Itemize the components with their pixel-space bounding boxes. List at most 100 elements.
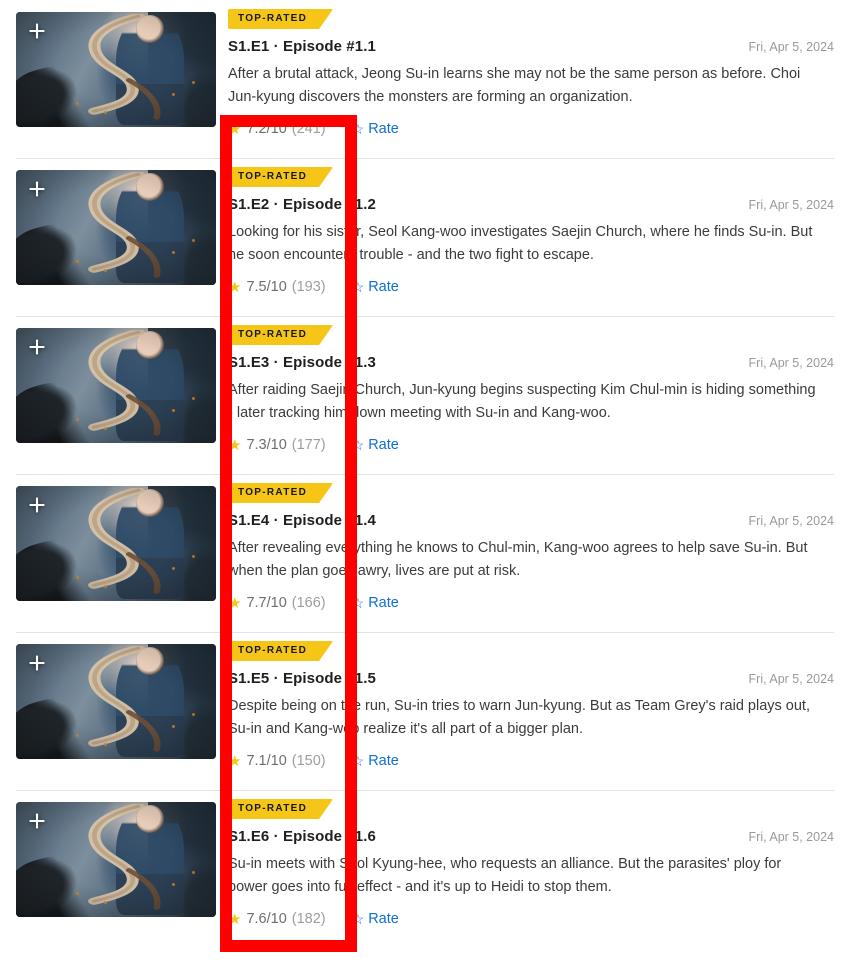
top-rated-badge: TOP-RATED <box>228 799 333 819</box>
episode-plot: Despite being on the run, Su-in tries to… <box>228 698 810 737</box>
rating-score: 7.6/10 <box>246 911 287 927</box>
episode-rating[interactable]: ★ 7.6/10 (182) <box>228 911 326 927</box>
add-to-watchlist-button[interactable] <box>24 492 50 518</box>
add-to-watchlist-button[interactable] <box>24 334 50 360</box>
top-rated-badge: TOP-RATED <box>228 641 333 661</box>
episode-title[interactable]: S1.E2 · Episode #1.2 <box>228 196 376 213</box>
episode-air-date: Fri, Apr 5, 2024 <box>748 356 834 370</box>
rate-link[interactable]: ☆ Rate <box>352 121 399 137</box>
episode-thumbnail[interactable] <box>16 12 216 127</box>
star-outline-icon: ☆ <box>351 437 365 453</box>
rating-vote-count: (177) <box>291 437 326 453</box>
rating-score: 7.1/10 <box>246 753 287 769</box>
episode-title[interactable]: S1.E1 · Episode #1.1 <box>228 38 376 55</box>
episode-info: TOP-RATED S1.E3 · Episode #1.3 Fri, Apr … <box>216 316 834 456</box>
rate-label: Rate <box>368 121 399 137</box>
rate-link[interactable]: ☆ Rate <box>352 279 399 295</box>
episode-row-4[interactable]: TOP-RATED S1.E4 · Episode #1.4 Fri, Apr … <box>0 474 850 632</box>
star-filled-icon: ★ <box>228 752 242 770</box>
star-filled-icon: ★ <box>228 278 242 296</box>
episode-rating[interactable]: ★ 7.3/10 (177) <box>228 437 326 453</box>
episode-thumbnail[interactable] <box>16 328 216 443</box>
rate-link[interactable]: ☆ Rate <box>352 595 399 611</box>
episode-rating-row: ★ 7.2/10 (241) ☆ Rate <box>228 118 834 140</box>
episode-list-page: TOP-RATED S1.E1 · Episode #1.1 Fri, Apr … <box>0 0 850 964</box>
top-rated-badge: TOP-RATED <box>228 9 333 29</box>
episode-plot: Su-in meets with Seol Kyung-hee, who req… <box>228 856 782 895</box>
episode-title[interactable]: S1.E3 · Episode #1.3 <box>228 354 376 371</box>
plus-icon <box>29 339 45 355</box>
rate-link[interactable]: ☆ Rate <box>352 753 399 769</box>
episode-title-line: S1.E5 · Episode #1.5 Fri, Apr 5, 2024 <box>228 670 834 687</box>
plus-icon <box>29 813 45 829</box>
episode-row-5[interactable]: TOP-RATED S1.E5 · Episode #1.5 Fri, Apr … <box>0 632 850 790</box>
badge-row: TOP-RATED <box>228 325 834 345</box>
episode-air-date: Fri, Apr 5, 2024 <box>748 830 834 844</box>
top-rated-badge: TOP-RATED <box>228 483 333 503</box>
rating-vote-count: (166) <box>291 595 326 611</box>
rate-label: Rate <box>368 753 399 769</box>
episode-air-date: Fri, Apr 5, 2024 <box>748 672 834 686</box>
rating-score: 7.5/10 <box>246 279 287 295</box>
episode-rating-row: ★ 7.6/10 (182) ☆ Rate <box>228 908 834 930</box>
plus-icon <box>29 497 45 513</box>
top-rated-badge: TOP-RATED <box>228 325 333 345</box>
episode-rating-row: ★ 7.7/10 (166) ☆ Rate <box>228 592 834 614</box>
episode-info: TOP-RATED S1.E6 · Episode #1.6 Fri, Apr … <box>216 790 834 930</box>
episode-row-3[interactable]: TOP-RATED S1.E3 · Episode #1.3 Fri, Apr … <box>0 316 850 474</box>
episode-row-6[interactable]: TOP-RATED S1.E6 · Episode #1.6 Fri, Apr … <box>0 790 850 948</box>
add-to-watchlist-button[interactable] <box>24 18 50 44</box>
rating-vote-count: (193) <box>291 279 326 295</box>
rate-label: Rate <box>368 437 399 453</box>
episode-title[interactable]: S1.E6 · Episode #1.6 <box>228 828 376 845</box>
star-outline-icon: ☆ <box>351 121 365 137</box>
episode-info: TOP-RATED S1.E2 · Episode #1.2 Fri, Apr … <box>216 158 834 298</box>
episode-row-2[interactable]: TOP-RATED S1.E2 · Episode #1.2 Fri, Apr … <box>0 158 850 316</box>
badge-row: TOP-RATED <box>228 9 834 29</box>
star-outline-icon: ☆ <box>351 279 365 295</box>
episode-air-date: Fri, Apr 5, 2024 <box>748 514 834 528</box>
episode-rating-row: ★ 7.1/10 (150) ☆ Rate <box>228 750 834 772</box>
rating-vote-count: (150) <box>291 753 326 769</box>
add-to-watchlist-button[interactable] <box>24 650 50 676</box>
episode-plot: Looking for his sister, Seol Kang-woo in… <box>228 224 813 263</box>
episode-info: TOP-RATED S1.E1 · Episode #1.1 Fri, Apr … <box>216 0 834 140</box>
episode-plot: After a brutal attack, Jeong Su-in learn… <box>228 66 801 105</box>
episode-title-line: S1.E3 · Episode #1.3 Fri, Apr 5, 2024 <box>228 354 834 371</box>
rating-vote-count: (182) <box>291 911 326 927</box>
rate-link[interactable]: ☆ Rate <box>352 437 399 453</box>
rate-label: Rate <box>368 279 399 295</box>
episode-title[interactable]: S1.E4 · Episode #1.4 <box>228 512 376 529</box>
episode-title-line: S1.E4 · Episode #1.4 Fri, Apr 5, 2024 <box>228 512 834 529</box>
star-filled-icon: ★ <box>228 910 242 928</box>
episode-thumbnail[interactable] <box>16 170 216 285</box>
episode-rating[interactable]: ★ 7.2/10 (241) <box>228 121 326 137</box>
star-filled-icon: ★ <box>228 120 242 138</box>
add-to-watchlist-button[interactable] <box>24 808 50 834</box>
episode-rating[interactable]: ★ 7.5/10 (193) <box>228 279 326 295</box>
plus-icon <box>29 655 45 671</box>
badge-row: TOP-RATED <box>228 167 834 187</box>
episode-rating-row: ★ 7.5/10 (193) ☆ Rate <box>228 276 834 298</box>
plus-icon <box>29 181 45 197</box>
rate-link[interactable]: ☆ Rate <box>352 911 399 927</box>
episode-thumbnail[interactable] <box>16 802 216 917</box>
episode-thumbnail[interactable] <box>16 486 216 601</box>
star-outline-icon: ☆ <box>351 753 365 769</box>
episode-row-1[interactable]: TOP-RATED S1.E1 · Episode #1.1 Fri, Apr … <box>0 0 850 158</box>
episode-air-date: Fri, Apr 5, 2024 <box>748 198 834 212</box>
rating-score: 7.7/10 <box>246 595 287 611</box>
episode-rating[interactable]: ★ 7.1/10 (150) <box>228 753 326 769</box>
episode-plot: After raiding Saejin Church, Jun-kyung b… <box>228 382 816 421</box>
badge-row: TOP-RATED <box>228 641 834 661</box>
episode-info: TOP-RATED S1.E5 · Episode #1.5 Fri, Apr … <box>216 632 834 772</box>
rate-label: Rate <box>368 595 399 611</box>
episode-info: TOP-RATED S1.E4 · Episode #1.4 Fri, Apr … <box>216 474 834 614</box>
rating-score: 7.2/10 <box>246 121 287 137</box>
episode-rating[interactable]: ★ 7.7/10 (166) <box>228 595 326 611</box>
episode-thumbnail[interactable] <box>16 644 216 759</box>
badge-row: TOP-RATED <box>228 483 834 503</box>
rate-label: Rate <box>368 911 399 927</box>
episode-title[interactable]: S1.E5 · Episode #1.5 <box>228 670 376 687</box>
add-to-watchlist-button[interactable] <box>24 176 50 202</box>
